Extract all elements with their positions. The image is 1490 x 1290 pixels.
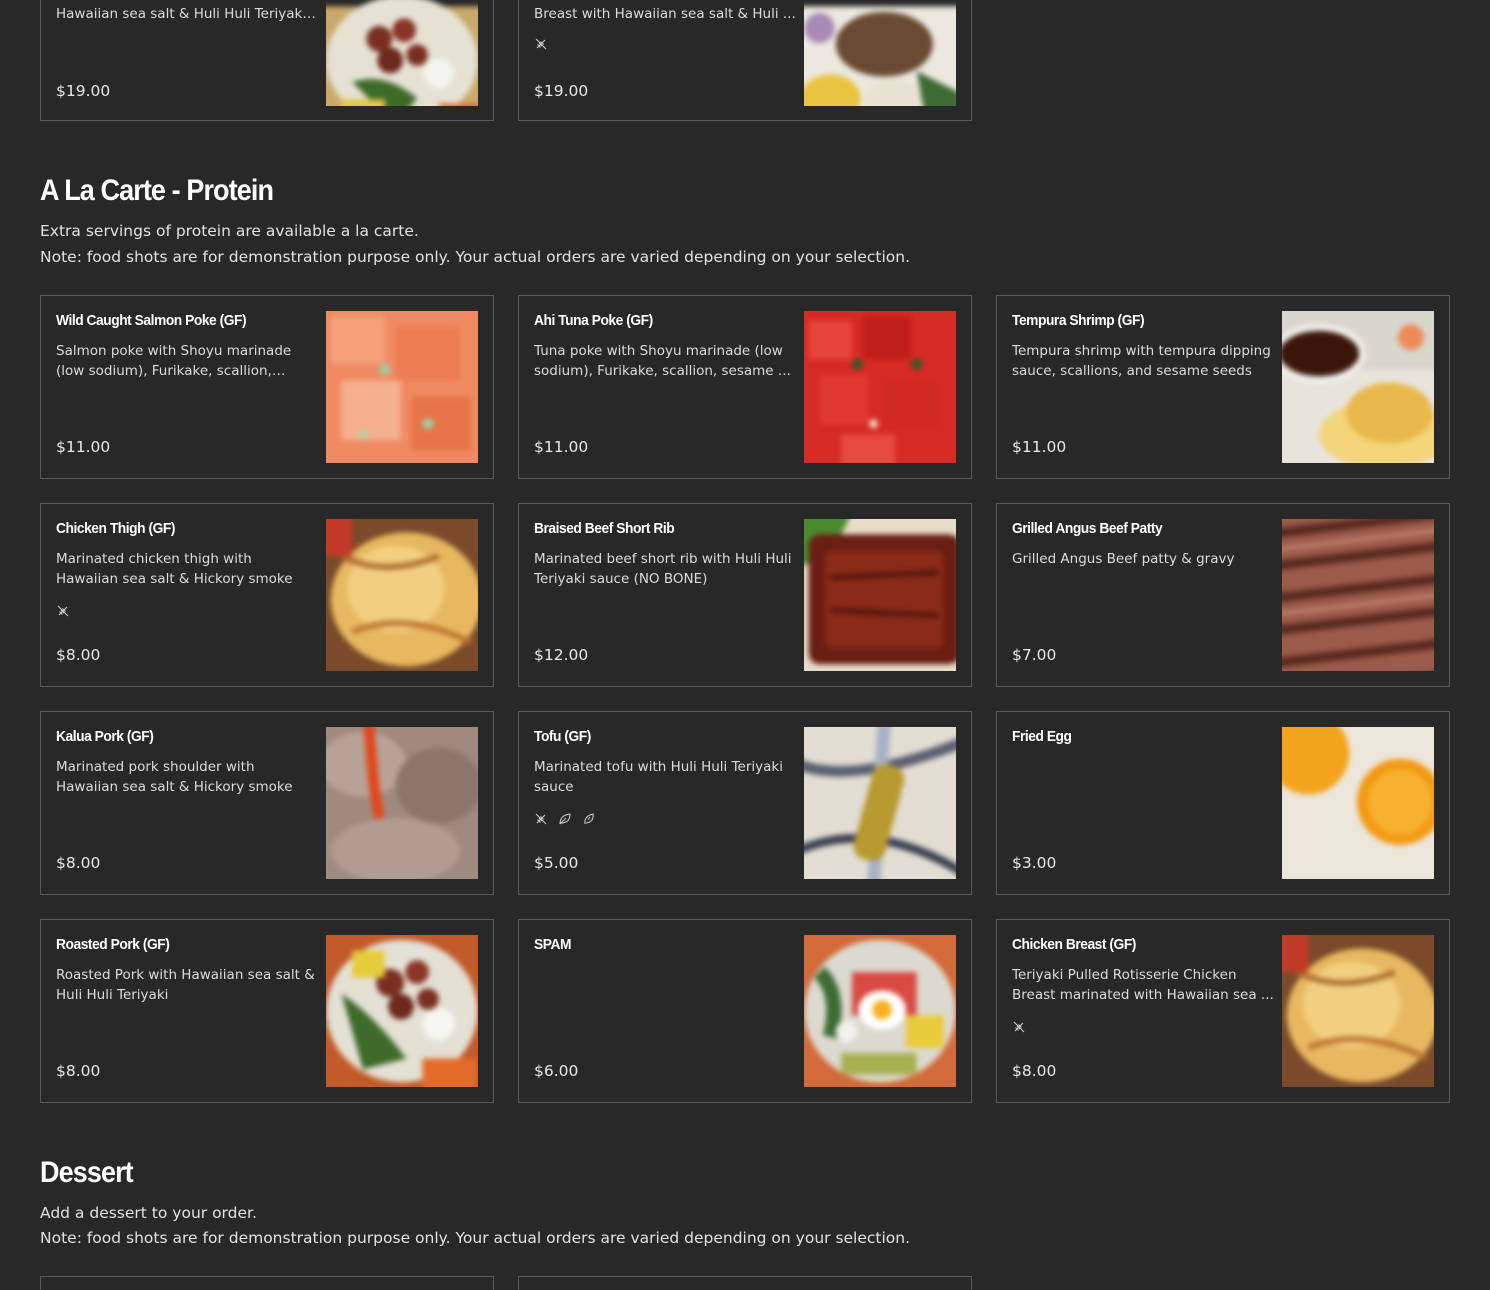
menu-item-card[interactable]: Hawaiian sea salt & Huli Huli Teriyaki .… [40,0,494,121]
menu-item-card[interactable]: Ahi Tuna Poke (GF) Tuna poke with Shoyu … [518,295,972,479]
fried-egg-photo [1282,727,1434,879]
beef-patty-photo [1282,519,1434,671]
item-description: Marinated pork shoulder with Hawaiian se… [56,759,293,795]
item-description: Breast with Hawaiian sea salt & Huli ... [534,6,796,22]
item-price: $6.00 [534,1062,579,1080]
section-description: Extra servings of protein are available … [40,222,419,240]
beef-short-rib-photo [804,519,956,671]
item-description: Roasted Pork with Hawaiian sea salt & Hu… [56,967,315,1003]
menu-item-card[interactable]: Tofu (GF) Marinated tofu with Huli Huli … [518,711,972,895]
tuna-poke-photo [804,311,956,463]
item-price: $5.00 [534,854,579,872]
chicken-breast-photo [1282,935,1434,1087]
item-price: $12.00 [534,646,589,664]
item-description: Grilled Angus Beef patty & gravy [1012,551,1235,567]
item-price: $11.00 [534,438,589,456]
item-name: Tofu (GF) [534,728,591,745]
item-name: Tempura Shrimp (GF) [1012,312,1145,329]
item-name: Chicken Thigh (GF) [56,520,175,537]
item-name: Ahi Tuna Poke (GF) [534,312,653,329]
item-price: $19.00 [534,82,589,100]
vegan-leaf-icon [584,813,594,825]
item-description: Hawaiian sea salt & Huli Huli Teriyaki .… [56,6,307,22]
item-name: Roasted Pork (GF) [56,936,170,953]
dietary-tags [1012,1020,1026,1034]
tofu-photo [804,727,956,879]
menu-item-card[interactable] [40,1276,494,1290]
item-price: $11.00 [1012,438,1067,456]
item-description: Tempura shrimp with tempura dipping sauc… [1012,343,1271,379]
item-price: $3.00 [1012,854,1057,872]
menu-item-card[interactable]: Fried Egg $3.00 [996,711,1450,895]
section-description: Add a dessert to your order. [40,1204,257,1222]
tempura-shrimp-photo [1282,311,1434,463]
gluten-free-icon [535,813,547,825]
menu-item-card[interactable]: SPAM $6.00 [518,919,972,1103]
menu-item-card[interactable]: Chicken Breast (GF) Teriyaki Pulled Roti… [996,919,1450,1103]
menu-item-card[interactable]: Kalua Pork (GF) Marinated pork shoulder … [40,711,494,895]
kalua-pork-photo [326,727,478,879]
item-description: Marinated tofu with Huli Huli Teriyaki s… [534,759,783,795]
menu-item-card[interactable]: Roasted Pork (GF) Roasted Pork with Hawa… [40,919,494,1103]
section-note: Note: food shots are for demonstration p… [40,248,911,266]
item-name: SPAM [534,936,572,953]
section-title: Dessert [40,1156,134,1189]
dietary-tags [56,604,70,618]
item-photo [326,0,478,106]
salmon-poke-photo [326,311,478,463]
item-description: Marinated beef short rib with Huli Huli … [534,551,792,587]
item-name: Chicken Breast (GF) [1012,936,1136,953]
spam-photo [804,935,956,1087]
item-price: $19.00 [56,82,111,100]
gluten-free-icon [57,605,69,617]
item-price: $8.00 [56,854,101,872]
menu-item-card[interactable]: Breast with Hawaiian sea salt & Huli ...… [518,0,972,121]
item-photo [804,0,956,106]
vegetarian-leaf-icon [559,813,571,825]
menu-item-card[interactable]: Wild Caught Salmon Poke (GF) Salmon poke… [40,295,494,479]
section-note: Note: food shots are for demonstration p… [40,1229,911,1247]
chicken-thigh-photo [326,519,478,671]
item-description: Marinated chicken thigh with Hawaiian se… [56,551,293,587]
item-name: Braised Beef Short Rib [534,520,675,537]
item-description: Teriyaki Pulled Rotisserie Chicken Breas… [1012,967,1274,1003]
gluten-free-icon [535,38,547,50]
dietary-tags [534,812,596,826]
menu-item-card[interactable] [518,1276,972,1290]
item-price: $11.00 [56,438,111,456]
item-price: $8.00 [1012,1062,1057,1080]
menu-item-card[interactable]: Braised Beef Short Rib Marinated beef sh… [518,503,972,687]
item-price: $8.00 [56,1062,101,1080]
item-name: Grilled Angus Beef Patty [1012,520,1163,537]
item-price: $7.00 [1012,646,1057,664]
menu-item-card[interactable]: Tempura Shrimp (GF) Tempura shrimp with … [996,295,1450,479]
item-description: Salmon poke with Shoyu marinade (low sod… [56,343,292,379]
item-name: Kalua Pork (GF) [56,728,154,745]
item-price: $8.00 [56,646,101,664]
gluten-free-icon [1013,1021,1025,1033]
item-name: Fried Egg [1012,728,1072,745]
section-title: A La Carte - Protein [40,174,274,207]
item-description: Tuna poke with Shoyu marinade (low sodiu… [534,343,791,379]
roasted-pork-photo [326,935,478,1087]
dietary-tags [534,37,548,51]
menu-item-card[interactable]: Grilled Angus Beef Patty Grilled Angus B… [996,503,1450,687]
item-name: Wild Caught Salmon Poke (GF) [56,312,247,329]
menu-item-card[interactable]: Chicken Thigh (GF) Marinated chicken thi… [40,503,494,687]
